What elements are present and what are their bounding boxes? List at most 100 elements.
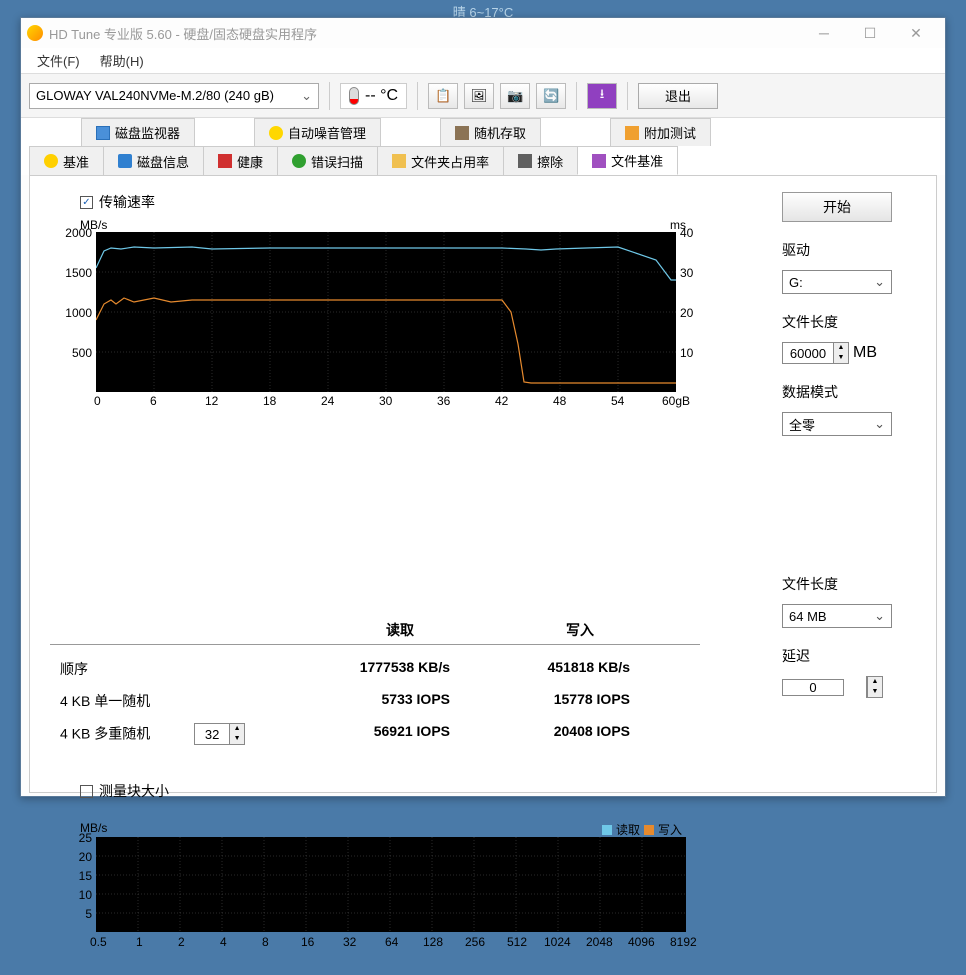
spin-down-icon[interactable]: ▼ — [868, 687, 882, 697]
queue-depth-spinner[interactable]: ▲▼ — [194, 723, 245, 745]
x-tick: 128 — [423, 935, 443, 949]
delay-spinner[interactable] — [782, 679, 844, 696]
file-length-2-select[interactable]: 64 MB ⌄ — [782, 604, 892, 628]
x-tick: 2048 — [586, 935, 613, 949]
tab-label: 文件夹占用率 — [411, 152, 489, 171]
divider — [576, 82, 577, 110]
x-tick: 24 — [321, 394, 334, 408]
spin-down-icon[interactable]: ▼ — [834, 353, 848, 363]
r-tick: 40 — [680, 226, 693, 240]
y-tick: 10 — [62, 888, 92, 902]
delay-field: ▲▼ — [782, 676, 912, 698]
tab-benchmark[interactable]: 基准 — [29, 146, 104, 175]
delay-input[interactable] — [783, 680, 843, 695]
legend-write-label: 写入 — [658, 821, 682, 838]
x-tick: 1024 — [544, 935, 571, 949]
block-label: 测量块大小 — [99, 781, 169, 801]
x-tick: 8 — [262, 935, 269, 949]
tab-label: 健康 — [237, 152, 263, 171]
menu-file[interactable]: 文件(F) — [27, 48, 90, 73]
tab-noise[interactable]: 自动噪音管理 — [254, 118, 381, 146]
y-tick: 5 — [62, 907, 92, 921]
refresh-button[interactable]: 🔄 — [536, 83, 566, 109]
chevron-down-icon: ⌄ — [874, 608, 885, 624]
x-tick: 36 — [437, 394, 450, 408]
x-tick: 12 — [205, 394, 218, 408]
trash-icon — [518, 154, 532, 168]
r-tick: 20 — [680, 306, 693, 320]
x-tick: 256 — [465, 935, 485, 949]
screenshot-button[interactable]: 🖼 — [464, 83, 494, 109]
tab-folder-usage[interactable]: 文件夹占用率 — [377, 146, 504, 175]
spin-up-icon[interactable]: ▲ — [834, 343, 848, 353]
y-tick: 20 — [62, 850, 92, 864]
tab-extra[interactable]: 附加测试 — [610, 118, 711, 146]
tab-info[interactable]: 磁盘信息 — [103, 146, 204, 175]
y-tick: 1000 — [56, 306, 92, 320]
x-tick: 30 — [379, 394, 392, 408]
toolbar: GLOWAY VAL240NVMe-M.2/80 (240 gB) ⌄ -- °… — [21, 74, 945, 118]
drive-select[interactable]: GLOWAY VAL240NVMe-M.2/80 (240 gB) ⌄ — [29, 83, 319, 109]
x-tick: 0 — [94, 394, 101, 408]
close-button[interactable]: ✕ — [893, 18, 939, 48]
divider — [329, 82, 330, 110]
tab-label: 磁盘信息 — [137, 152, 189, 171]
minimize-button[interactable]: ─ — [801, 18, 847, 48]
row-label-text: 4 KB 多重随机 — [60, 726, 150, 742]
left-panel: ✓ 传输速率 MB/s ms 2000 1500 1000 500 40 — [50, 192, 700, 975]
divider — [417, 82, 418, 110]
block-checkbox[interactable] — [80, 785, 93, 798]
drive-letter-select[interactable]: G: ⌄ — [782, 270, 892, 294]
maximize-button[interactable]: ☐ — [847, 18, 893, 48]
filelen-label: 文件长度 — [782, 312, 912, 332]
tab-random[interactable]: 随机存取 — [440, 118, 541, 146]
copy-info-button[interactable]: 📋 — [428, 83, 458, 109]
row-label: 顺序 — [50, 659, 310, 679]
tab-error-scan[interactable]: 错误扫描 — [277, 146, 378, 175]
tab-label: 自动噪音管理 — [288, 123, 366, 142]
x-tick: 2 — [178, 935, 185, 949]
queue-depth-input[interactable] — [195, 724, 229, 744]
tab-label: 文件基准 — [611, 151, 663, 170]
chart2-plot-area — [96, 837, 686, 932]
header-read: 读取 — [310, 620, 490, 640]
menu-help[interactable]: 帮助(H) — [90, 48, 154, 73]
tab-disk-monitor[interactable]: 磁盘监视器 — [81, 118, 195, 146]
file-length-input[interactable] — [783, 343, 833, 363]
main-window: HD Tune 专业版 5.60 - 硬盘/固态硬盘实用程序 ─ ☐ ✕ 文件(… — [20, 17, 946, 797]
row-read: 56921 IOPS — [310, 723, 490, 745]
spin-up-icon[interactable]: ▲ — [868, 677, 882, 687]
chart-legend: 读取 写入 — [602, 821, 682, 838]
exit-button[interactable]: 退出 — [638, 83, 718, 109]
row-label: 4 KB 多重随机 ▲▼ — [50, 723, 310, 745]
titlebar: HD Tune 专业版 5.60 - 硬盘/固态硬盘实用程序 ─ ☐ ✕ — [21, 18, 945, 48]
save-button[interactable]: ⭳ — [587, 83, 617, 109]
row-write: 451818 KB/s — [490, 659, 670, 679]
bulb-icon — [44, 154, 58, 168]
transfer-label: 传输速率 — [99, 192, 155, 212]
speaker-icon — [269, 126, 283, 140]
tab-label: 随机存取 — [474, 123, 526, 142]
start-button[interactable]: 开始 — [782, 192, 892, 222]
tab-health[interactable]: 健康 — [203, 146, 278, 175]
camera-button[interactable]: 📷 — [500, 83, 530, 109]
row-read: 1777538 KB/s — [310, 659, 490, 679]
spin-up-icon[interactable]: ▲ — [230, 724, 244, 734]
delay-step-spinner[interactable]: ▲▼ — [866, 676, 883, 698]
pattern-select[interactable]: 全零 ⌄ — [782, 412, 892, 436]
transfer-checkbox[interactable]: ✓ — [80, 196, 93, 209]
block-size-checkbox-row: 测量块大小 — [80, 781, 700, 801]
tab-file-benchmark[interactable]: 文件基准 — [577, 146, 678, 175]
file-length-unit: MB — [853, 344, 877, 362]
transfer-rate-checkbox-row: ✓ 传输速率 — [80, 192, 700, 212]
spin-down-icon[interactable]: ▼ — [230, 734, 244, 744]
tab-erase[interactable]: 擦除 — [503, 146, 578, 175]
x-tick: 8192 — [670, 935, 697, 949]
thermometer-icon — [349, 87, 359, 105]
results-table: 读取 写入 顺序 1777538 KB/s 451818 KB/s 4 KB 单… — [50, 620, 700, 751]
row-write: 20408 IOPS — [490, 723, 670, 745]
chevron-down-icon: ⌄ — [874, 274, 885, 290]
file-length-field: ▲▼ MB — [782, 342, 912, 364]
file-length-2-value: 64 MB — [789, 609, 827, 624]
file-length-spinner[interactable]: ▲▼ — [782, 342, 849, 364]
